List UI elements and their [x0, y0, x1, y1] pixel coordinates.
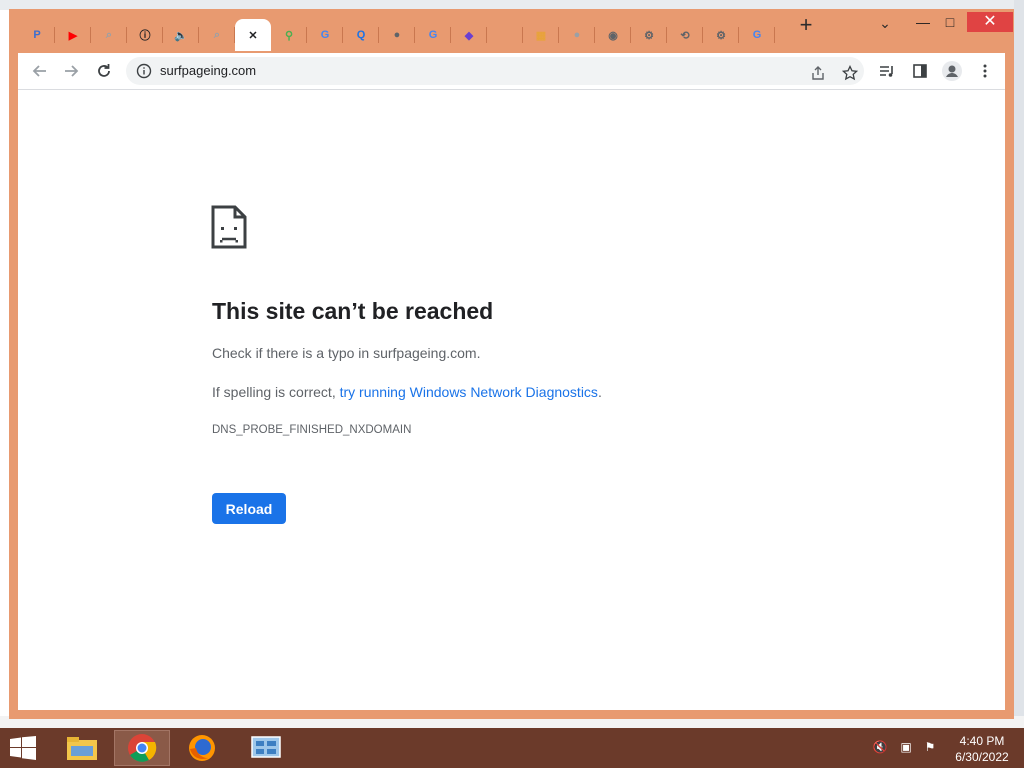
avatar-icon	[942, 61, 962, 81]
system-clock[interactable]: 4:40 PM 6/30/2022	[946, 733, 1018, 765]
tab-strip: P ▶ ⌕ ⓘ 🔈 ⌕ ✕ ⚲ G Q ● G ◆ ▦ ● ◉ ⚙ ⟲ ⚙ G	[19, 19, 879, 51]
browser-tab[interactable]: P	[19, 19, 55, 51]
side-panel-button[interactable]	[908, 59, 932, 83]
reload-button[interactable]: Reload	[212, 493, 286, 524]
diagnostics-hint-prefix: If spelling is correct,	[212, 384, 340, 400]
shield-icon: ◆	[464, 29, 474, 42]
browser-tab[interactable]: G	[307, 19, 343, 51]
tab-separator	[774, 27, 775, 43]
browser-tab[interactable]: Q	[343, 19, 379, 51]
profile-button[interactable]	[940, 59, 964, 83]
network-icon[interactable]: ▣	[898, 740, 914, 756]
firefox-task[interactable]	[174, 730, 230, 766]
close-icon[interactable]: ✕	[245, 27, 261, 43]
browser-tab[interactable]: ⚙	[703, 19, 739, 51]
browser-tab[interactable]: ▦	[523, 19, 559, 51]
control-panel-icon	[251, 736, 281, 758]
forward-button[interactable]	[59, 59, 83, 83]
close-window-button[interactable]: ✕	[967, 12, 1013, 32]
star-icon	[842, 65, 858, 81]
pin-icon: ⚲	[284, 29, 294, 42]
browser-tab[interactable]: ⌕	[199, 19, 235, 51]
share-button[interactable]	[806, 61, 830, 85]
tab-search-button[interactable]: ⌄	[875, 15, 895, 35]
browser-tab[interactable]: ⚙	[631, 19, 667, 51]
windows-start-button[interactable]	[8, 736, 38, 760]
reading-list-button[interactable]	[875, 59, 899, 83]
new-tab-button[interactable]: +	[795, 14, 817, 37]
browser-tab[interactable]: ✕	[235, 19, 271, 51]
blank-icon	[497, 27, 513, 43]
diagnostics-hint: If spelling is correct, try running Wind…	[212, 384, 602, 400]
chrome-icon: ◉	[608, 29, 618, 42]
browser-tab[interactable]: ▶	[55, 19, 91, 51]
info-icon: ⓘ	[139, 30, 151, 42]
browser-tab[interactable]: ⓘ	[127, 19, 163, 51]
page-content: This site can’t be reached Check if ther…	[18, 90, 1005, 710]
clock-date: 6/30/2022	[955, 750, 1009, 764]
search-icon: ⌕	[213, 28, 221, 41]
kebab-menu-icon	[983, 64, 987, 78]
reload-toolbar-button[interactable]	[92, 59, 116, 83]
browser-tab[interactable]: ⚲	[271, 19, 307, 51]
diagnostics-hint-suffix: .	[597, 384, 602, 400]
search-icon: ⌕	[105, 28, 113, 41]
forward-arrow-icon	[65, 65, 79, 77]
google-icon: G	[428, 29, 438, 41]
youtube-icon: ▶	[68, 29, 78, 42]
globe-icon: ●	[393, 29, 401, 41]
address-bar[interactable]: surfpageing.com	[126, 57, 864, 85]
error-title: This site can’t be reached	[212, 298, 494, 324]
globe-icon: ●	[573, 29, 581, 41]
share-icon	[812, 66, 824, 80]
browser-tab[interactable]: G	[415, 19, 451, 51]
browser-tab[interactable]: G	[739, 19, 775, 51]
clock-time: 4:40 PM	[959, 734, 1005, 748]
google-icon: G	[752, 29, 762, 41]
url-text: surfpageing.com	[160, 63, 257, 78]
typo-hint: Check if there is a typo in surfpageing.…	[212, 345, 481, 361]
control-panel-task[interactable]	[238, 730, 294, 766]
file-explorer-task[interactable]	[54, 730, 110, 766]
reload-icon	[98, 64, 110, 77]
maximize-button[interactable]: □	[937, 12, 963, 32]
volume-muted-icon[interactable]: 🔇	[872, 740, 888, 756]
bookmark-button[interactable]	[838, 61, 862, 85]
browser-tab[interactable]	[487, 19, 523, 51]
google-icon: G	[320, 29, 330, 41]
browser-tab[interactable]: 🔈	[163, 19, 199, 51]
chrome-icon	[128, 734, 157, 762]
audio-icon: 🔈	[174, 29, 188, 42]
gear-icon: ⚙	[716, 29, 726, 42]
gear-icon: ⚙	[644, 29, 654, 42]
minimize-button[interactable]: —	[910, 12, 936, 32]
desktop-edge	[1014, 0, 1024, 730]
browser-tab[interactable]: ◉	[595, 19, 631, 51]
back-button[interactable]	[28, 59, 52, 83]
browser-toolbar: surfpageing.com	[18, 53, 1005, 90]
browser-tab[interactable]: ⌕	[91, 19, 127, 51]
app-icon: ▦	[535, 29, 547, 42]
menu-button[interactable]	[973, 59, 997, 83]
search-icon: Q	[356, 29, 366, 41]
back-arrow-icon	[32, 65, 46, 77]
history-icon: ⟲	[680, 29, 690, 42]
error-code: DNS_PROBE_FINISHED_NXDOMAIN	[212, 424, 412, 436]
taskbar: 🔇 ▣ ⚑ 4:40 PM 6/30/2022	[0, 728, 1024, 768]
browser-tab[interactable]: ◆	[451, 19, 487, 51]
site-info-icon[interactable]	[136, 63, 152, 79]
file-explorer-icon	[67, 737, 97, 760]
chrome-task[interactable]	[114, 730, 170, 766]
side-panel-icon	[913, 64, 927, 78]
browser-tab[interactable]: ⟲	[667, 19, 703, 51]
firefox-icon	[189, 735, 215, 761]
sad-page-icon	[211, 205, 247, 249]
puzzle-icon: P	[33, 29, 41, 41]
action-center-flag-icon[interactable]: ⚑	[922, 740, 938, 756]
browser-tab[interactable]: ●	[559, 19, 595, 51]
network-diagnostics-link[interactable]: try running Windows Network Diagnostics	[340, 384, 598, 400]
media-list-icon	[880, 66, 893, 77]
browser-tab[interactable]: ●	[379, 19, 415, 51]
